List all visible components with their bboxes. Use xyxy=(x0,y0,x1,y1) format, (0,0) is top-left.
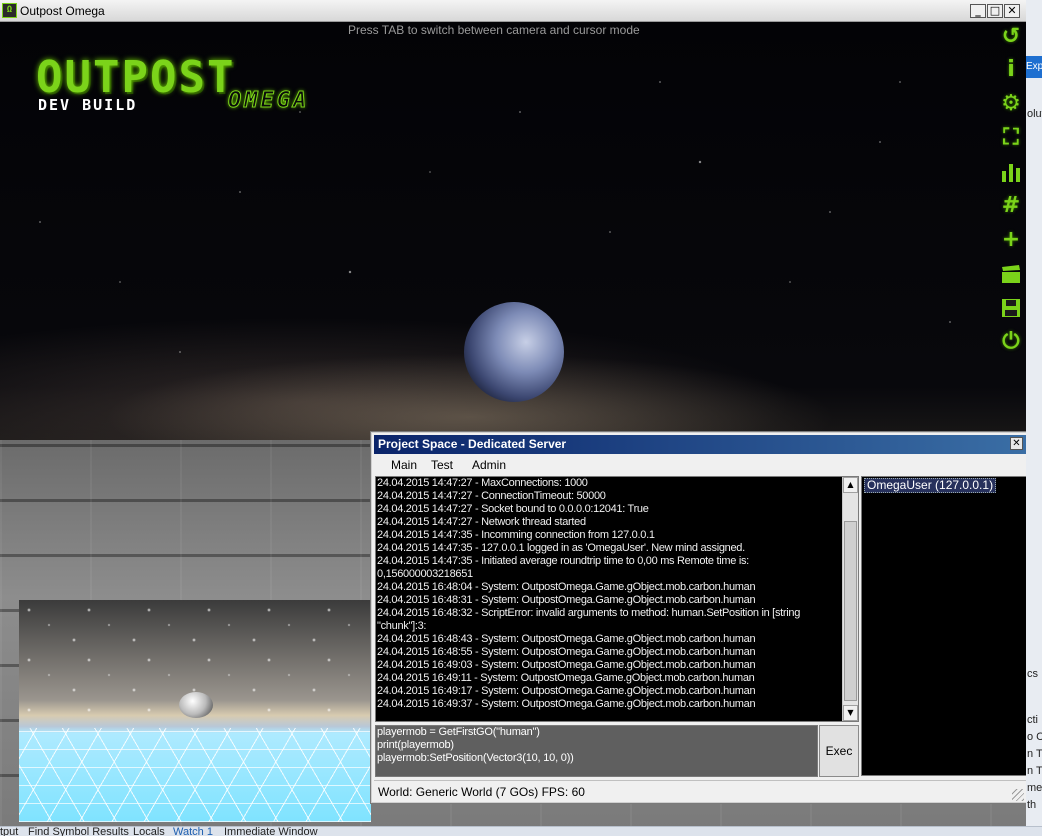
preview-grid xyxy=(19,728,371,822)
log-line: 24.04.2015 14:47:27 - ConnectionTimeout:… xyxy=(377,490,606,502)
window-title: Outpost Omega xyxy=(20,4,105,18)
minimize-button[interactable]: _ xyxy=(970,4,986,18)
ide-fragment: cti xyxy=(1027,714,1038,726)
log-line: 24.04.2015 14:47:27 - Network thread sta… xyxy=(377,516,586,528)
log-line: 24.04.2015 16:49:11 - System: OutpostOme… xyxy=(377,672,755,684)
log-line: 24.04.2015 16:48:55 - System: OutpostOme… xyxy=(377,646,756,658)
dialog-close-button[interactable]: ✕ xyxy=(1010,437,1023,450)
bar-chart-icon[interactable] xyxy=(998,159,1024,185)
dialog-title: Project Space - Dedicated Server xyxy=(378,437,567,451)
close-button[interactable]: ✕ xyxy=(1004,4,1020,18)
logo-dev-build: DEV BUILD xyxy=(38,96,138,114)
hash-icon[interactable]: # xyxy=(998,193,1024,219)
ide-fragment: n T xyxy=(1027,748,1042,760)
fullscreen-icon[interactable]: ⛶ xyxy=(998,125,1024,151)
menu-main[interactable]: Main xyxy=(391,458,417,472)
log-line: "chunk"]:3: xyxy=(377,620,427,632)
log-lines: 24.04.2015 14:47:27 - MaxConnections: 10… xyxy=(377,477,842,711)
tab-locals[interactable]: Locals xyxy=(133,827,165,836)
user-list-item[interactable]: OmegaUser (127.0.0.1) xyxy=(864,478,997,493)
server-dialog: Project Space - Dedicated Server ✕ Main … xyxy=(370,431,1030,804)
menu-test[interactable]: Test xyxy=(431,458,453,472)
ide-fragment: th xyxy=(1027,799,1037,811)
window-titlebar[interactable]: Ω Outpost Omega _ □ ✕ xyxy=(0,0,1026,22)
gear-icon[interactable]: ⚙ xyxy=(998,91,1024,117)
log-line: 24.04.2015 16:48:04 - System: OutpostOme… xyxy=(377,581,756,593)
ide-fragment: o C xyxy=(1027,731,1042,743)
save-icon[interactable] xyxy=(998,295,1024,321)
camera-preview xyxy=(19,600,371,822)
planet xyxy=(464,302,564,402)
log-line: 24.04.2015 14:47:27 - MaxConnections: 10… xyxy=(377,477,588,489)
menu-admin[interactable]: Admin xyxy=(472,458,506,472)
controls-hint: Press TAB to switch between camera and c… xyxy=(348,23,640,37)
tab-output[interactable]: tput xyxy=(0,827,18,836)
app-icon: Ω xyxy=(2,3,17,18)
log-line: 24.04.2015 16:48:43 - System: OutpostOme… xyxy=(377,633,756,645)
ide-side-panel: Exp olut cs cti o C n T n T me th xyxy=(1026,0,1042,836)
logo-omega: OMEGA xyxy=(227,88,310,114)
log-line: 24.04.2015 16:49:03 - System: OutpostOme… xyxy=(377,659,756,671)
maximize-button[interactable]: □ xyxy=(987,4,1003,18)
dialog-statusbar: World: Generic World (7 GOs) FPS: 60 xyxy=(374,780,1026,802)
exec-button[interactable]: Exec xyxy=(819,725,859,777)
world-status: World: Generic World (7 GOs) FPS: 60 xyxy=(378,785,585,799)
dialog-menubar: Main Test Admin xyxy=(374,455,1026,475)
server-log[interactable]: 24.04.2015 14:47:27 - MaxConnections: 10… xyxy=(375,476,859,722)
ide-fragment: olut xyxy=(1027,108,1042,120)
tab-find-symbol-results[interactable]: Find Symbol Results xyxy=(28,827,129,836)
resize-grip[interactable] xyxy=(1012,789,1024,801)
undo-icon[interactable]: ↺ xyxy=(998,24,1024,50)
log-line: 24.04.2015 14:47:35 - 127.0.0.1 logged i… xyxy=(377,542,745,554)
tab-watch-1[interactable]: Watch 1 xyxy=(173,827,213,836)
log-line: 24.04.2015 14:47:35 - Initiated average … xyxy=(377,555,749,567)
ide-explorer-tab[interactable]: Exp xyxy=(1026,56,1042,78)
power-icon[interactable]: ⏻ xyxy=(998,329,1024,355)
preview-orb xyxy=(179,692,213,718)
ide-fragment: me xyxy=(1027,782,1042,794)
scroll-down-icon[interactable]: ▼ xyxy=(843,705,858,721)
log-line: 24.04.2015 16:49:37 - System: OutpostOme… xyxy=(377,698,756,710)
dialog-titlebar[interactable]: Project Space - Dedicated Server ✕ xyxy=(374,435,1026,454)
log-line: 0,156000003218651 xyxy=(377,568,473,580)
log-line: 24.04.2015 14:47:35 - Incomming connecti… xyxy=(377,529,655,541)
plus-icon[interactable]: + xyxy=(998,227,1024,253)
ide-bottom-tabs: tput Find Symbol Results Locals Watch 1 … xyxy=(0,826,1042,836)
screen: Ω Outpost Omega _ □ ✕ Press TAB to switc… xyxy=(0,0,1042,836)
command-input[interactable]: playermob = GetFirstGO("human") print(pl… xyxy=(375,725,818,777)
ide-fragment: n T xyxy=(1027,765,1042,777)
tab-immediate-window[interactable]: Immediate Window xyxy=(224,827,318,836)
log-line: 24.04.2015 16:49:17 - System: OutpostOme… xyxy=(377,685,756,697)
log-line: 24.04.2015 14:47:27 - Socket bound to 0.… xyxy=(377,503,649,515)
log-line: 24.04.2015 16:48:31 - System: OutpostOme… xyxy=(377,594,756,606)
log-scrollbar[interactable]: ▲ ▼ xyxy=(842,477,858,721)
scroll-thumb[interactable] xyxy=(844,521,857,701)
log-line: 24.04.2015 16:48:32 - ScriptError: inval… xyxy=(377,607,801,619)
connected-users-list[interactable]: OmegaUser (127.0.0.1) xyxy=(861,476,1027,776)
info-icon[interactable]: i xyxy=(998,57,1024,83)
clapperboard-icon[interactable] xyxy=(998,261,1024,287)
scroll-up-icon[interactable]: ▲ xyxy=(843,477,858,493)
ide-fragment: cs xyxy=(1027,668,1038,680)
